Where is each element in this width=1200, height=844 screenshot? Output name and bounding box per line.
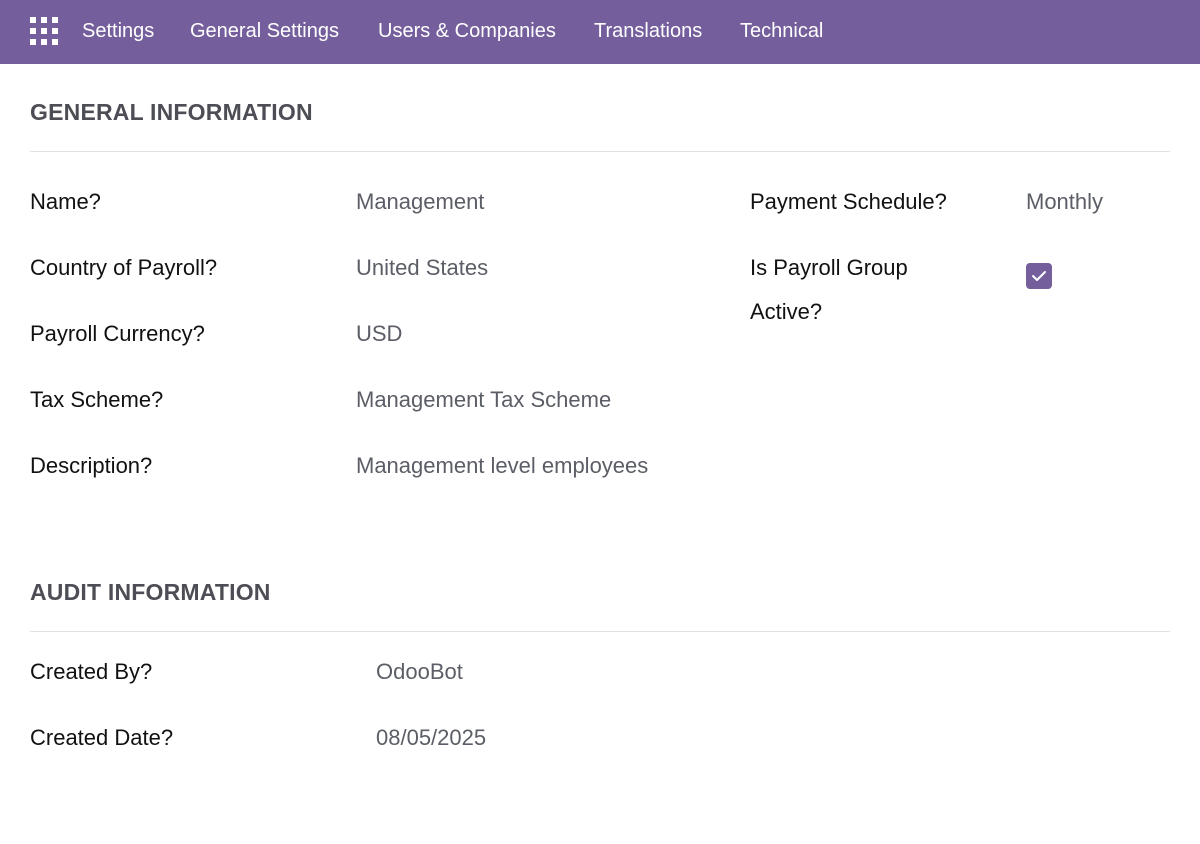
checkmark-icon	[1032, 271, 1046, 281]
created-date-value: 08/05/2025	[376, 725, 487, 750]
audit-section-divider	[30, 631, 1170, 632]
tax-scheme-label: Tax Scheme?	[30, 387, 164, 412]
general-section-divider	[30, 151, 1170, 152]
audit-information-title: AUDIT INFORMATION	[30, 579, 271, 605]
description-value: Management level employees	[356, 453, 649, 478]
name-label: Name?	[30, 189, 101, 214]
general-information-title: GENERAL INFORMATION	[30, 99, 313, 125]
nav-settings[interactable]: Settings	[82, 0, 154, 64]
nav-technical[interactable]: Technical	[740, 0, 823, 64]
nav-translations[interactable]: Translations	[594, 0, 702, 64]
apps-grid-icon[interactable]	[30, 17, 58, 45]
currency-value: USD	[356, 321, 403, 346]
active-label-line2: Active?	[750, 299, 823, 324]
created-by-value: OdooBot	[376, 659, 463, 684]
tax-scheme-value: Management Tax Scheme	[356, 387, 612, 412]
description-label: Description?	[30, 453, 153, 478]
top-navbar: Settings General Settings Users & Compan…	[0, 0, 1200, 64]
nav-users-companies[interactable]: Users & Companies	[378, 0, 556, 64]
active-label-line1: Is Payroll Group	[750, 255, 908, 280]
country-label: Country of Payroll?	[30, 255, 218, 280]
payment-schedule-value: Monthly	[1026, 189, 1104, 214]
currency-label: Payroll Currency?	[30, 321, 205, 346]
created-by-label: Created By?	[30, 659, 153, 684]
name-value: Management	[356, 189, 485, 214]
active-checkbox[interactable]	[1026, 263, 1052, 289]
nav-general-settings[interactable]: General Settings	[190, 0, 339, 64]
country-value: United States	[356, 255, 489, 280]
created-date-label: Created Date?	[30, 725, 174, 750]
payment-schedule-label: Payment Schedule?	[750, 189, 947, 214]
